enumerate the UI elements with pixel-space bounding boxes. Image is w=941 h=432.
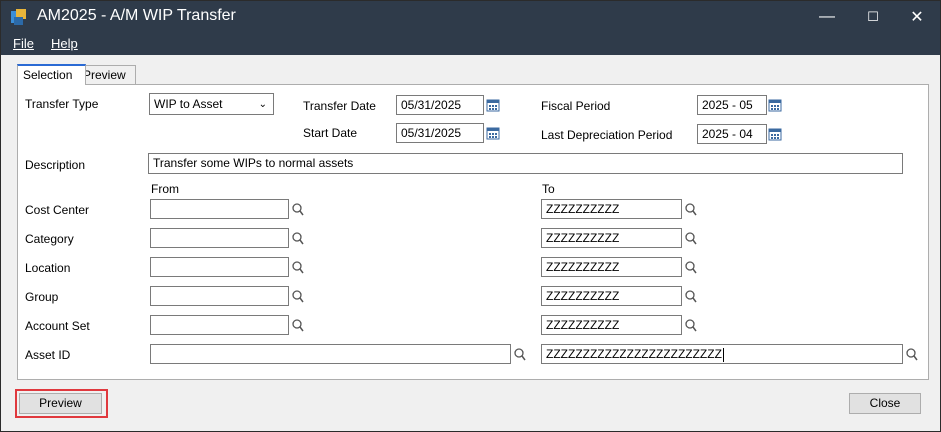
menu-bar: File Help [1, 33, 940, 55]
location-from-field[interactable] [150, 257, 289, 277]
search-icon[interactable] [684, 289, 698, 303]
tab-selection[interactable]: Selection [17, 64, 86, 85]
from-header: From [151, 182, 179, 196]
start-date-label: Start Date [303, 126, 358, 140]
last-depreciation-field[interactable]: 2025 - 04 [697, 124, 767, 144]
account-set-from-field[interactable] [150, 315, 289, 335]
calendar-icon[interactable] [486, 98, 500, 112]
calendar-icon[interactable] [486, 126, 500, 140]
app-window: AM2025 - A/M WIP Transfer — ☐ ✕ File Hel… [0, 0, 941, 432]
category-from-field[interactable] [150, 228, 289, 248]
range-label: Asset ID [25, 348, 71, 362]
start-date-field[interactable]: 05/31/2025 [396, 123, 484, 143]
cost-center-to-field[interactable]: ZZZZZZZZZZ [541, 199, 682, 219]
preview-button[interactable]: Preview [19, 393, 102, 414]
category-to-field[interactable]: ZZZZZZZZZZ [541, 228, 682, 248]
transfer-date-field[interactable]: 05/31/2025 [396, 95, 484, 115]
menu-file[interactable]: File [13, 36, 34, 51]
last-depreciation-label: Last Depreciation Period [541, 128, 673, 142]
group-from-field[interactable] [150, 286, 289, 306]
range-label: Group [25, 290, 59, 304]
fiscal-period-label: Fiscal Period [541, 99, 611, 113]
search-icon[interactable] [684, 202, 698, 216]
description-field[interactable]: Transfer some WIPs to normal assets [148, 153, 903, 174]
search-icon[interactable] [513, 347, 527, 361]
location-to-field[interactable]: ZZZZZZZZZZ [541, 257, 682, 277]
menu-help[interactable]: Help [51, 36, 78, 51]
close-button[interactable]: Close [849, 393, 921, 414]
calendar-icon[interactable] [768, 98, 782, 112]
search-icon[interactable] [291, 318, 305, 332]
transfer-date-label: Transfer Date [303, 99, 376, 113]
close-window-button[interactable]: ✕ [894, 1, 940, 33]
range-label: Cost Center [25, 203, 90, 217]
asset-id-from-field[interactable] [150, 344, 511, 364]
range-label: Location [25, 261, 71, 275]
maximize-button[interactable]: ☐ [850, 1, 896, 33]
range-label: Category [25, 232, 74, 246]
description-label: Description [25, 158, 86, 172]
search-icon[interactable] [905, 347, 919, 361]
app-icon [11, 9, 26, 25]
search-icon[interactable] [684, 260, 698, 274]
range-label: Account Set [25, 319, 90, 333]
chevron-down-icon: ⌄ [258, 99, 267, 110]
search-icon[interactable] [291, 202, 305, 216]
search-icon[interactable] [684, 231, 698, 245]
search-icon[interactable] [291, 289, 305, 303]
group-to-field[interactable]: ZZZZZZZZZZ [541, 286, 682, 306]
minimize-button[interactable]: — [804, 1, 850, 33]
title-bar: AM2025 - A/M WIP Transfer — ☐ ✕ [1, 1, 940, 33]
account-set-to-field[interactable]: ZZZZZZZZZZ [541, 315, 682, 335]
calendar-icon[interactable] [768, 127, 782, 141]
transfer-type-value: WIP to Asset [154, 97, 223, 111]
search-icon[interactable] [291, 260, 305, 274]
cost-center-from-field[interactable] [150, 199, 289, 219]
search-icon[interactable] [684, 318, 698, 332]
window-title: AM2025 - A/M WIP Transfer [37, 7, 236, 24]
transfer-type-label: Transfer Type [25, 97, 99, 111]
to-header: To [542, 182, 555, 196]
search-icon[interactable] [291, 231, 305, 245]
transfer-type-select[interactable]: WIP to Asset ⌄ [149, 93, 274, 115]
fiscal-period-field[interactable]: 2025 - 05 [697, 95, 767, 115]
asset-id-to-field[interactable]: ZZZZZZZZZZZZZZZZZZZZZZZZ [541, 344, 903, 364]
text-cursor [722, 347, 724, 362]
